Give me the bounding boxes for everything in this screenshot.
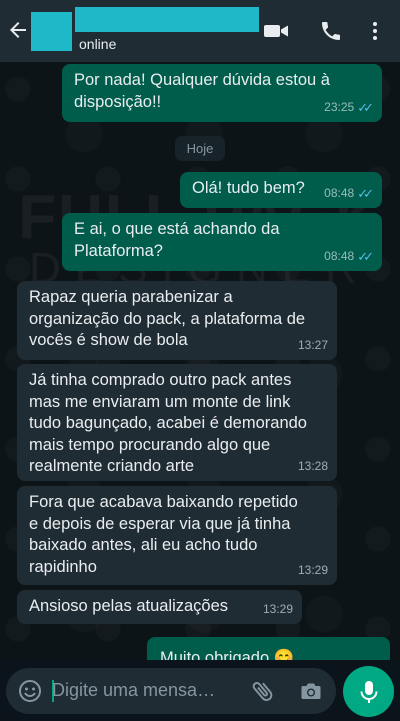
message-bubble-outgoing[interactable]: E ai, o que está achando da Plataforma? …	[62, 213, 382, 271]
message-meta: 23:25 ✓✓	[324, 97, 374, 119]
message-meta: 08:48 ✓✓	[324, 246, 374, 268]
date-separator: Hoje	[175, 136, 225, 161]
message-line: tudo bagunçado, acabei é demorando	[29, 414, 307, 432]
chat-area[interactable]: FULL PACK DESIGNER Por nada! Qualquer dú…	[0, 62, 400, 721]
message-line: mais tempo procurando algo que	[29, 435, 271, 454]
message-time: 08:48	[324, 185, 355, 200]
message-bubble-incoming[interactable]: Ansioso pelas atualizações 13:29	[17, 590, 302, 624]
message-line: realmente criando arte	[29, 457, 195, 475]
message-line: Já tinha comprado outro pack antes	[29, 371, 292, 389]
message-line: baixado antes, ali eu acho tudo	[29, 536, 258, 554]
message-line: Ansioso pelas atualizações	[29, 597, 229, 615]
message-input-box[interactable]: Digite uma mensa…	[6, 668, 336, 714]
read-ticks-icon: ✓✓	[357, 248, 374, 264]
message-time: 13:29	[262, 601, 293, 616]
message-time: 08:48	[324, 248, 355, 263]
message-bubble-incoming[interactable]: Fora que acabava baixando repetido e dep…	[17, 486, 337, 585]
message-time: 13:27	[297, 337, 328, 352]
message-line: e depois de esperar via que já tinha	[29, 514, 291, 533]
contact-name-redacted[interactable]	[75, 7, 259, 32]
message-meta: 13:29	[298, 560, 328, 582]
message-line: vocês é show de bola	[29, 331, 188, 349]
more-options-icon[interactable]	[363, 19, 387, 43]
message-meta: 08:48 ✓✓	[324, 183, 374, 205]
message-time: 23:25	[324, 99, 355, 114]
message-time: 13:29	[297, 562, 328, 577]
chat-header: online	[0, 0, 400, 62]
contact-status: online	[79, 36, 117, 52]
message-meta: 13:27	[298, 335, 328, 357]
read-ticks-icon: ✓✓	[357, 99, 374, 115]
message-input-placeholder[interactable]: Digite uma mensa…	[52, 680, 215, 701]
emoji-icon[interactable]	[18, 679, 42, 703]
contact-avatar[interactable]	[31, 12, 72, 51]
voice-record-button[interactable]	[343, 666, 394, 717]
message-line: Por nada! Qualquer dúvida estou à	[74, 71, 330, 89]
message-line: rapidinho	[29, 557, 97, 576]
message-bubble-incoming[interactable]: Rapaz queria parabenizar a organização d…	[17, 281, 337, 360]
message-meta: 13:28	[298, 456, 328, 478]
message-bubble-outgoing[interactable]: Olá! tudo bem? 08:48 ✓✓	[180, 172, 382, 208]
message-line: mas me enviaram um monte de link	[29, 392, 291, 411]
message-line: Rapaz queria parabenizar a	[29, 288, 233, 306]
voice-call-icon[interactable]	[318, 19, 344, 43]
video-call-icon[interactable]	[263, 19, 289, 43]
message-meta: 13:29	[263, 599, 293, 621]
message-line: organização do pack, a plataforma de	[29, 309, 306, 328]
microphone-icon	[360, 681, 378, 703]
attach-icon[interactable]	[250, 678, 276, 704]
message-line: Fora que acabava baixando repetido	[29, 493, 298, 511]
read-ticks-icon: ✓✓	[357, 185, 374, 201]
message-line: E ai, o que está achando da	[74, 220, 280, 238]
message-time: 13:28	[297, 458, 328, 473]
message-bubble-outgoing[interactable]: Por nada! Qualquer dúvida estou à dispos…	[62, 64, 382, 122]
message-bubble-incoming[interactable]: Já tinha comprado outro pack antes mas m…	[17, 364, 337, 481]
back-arrow-icon[interactable]	[6, 18, 30, 42]
camera-icon[interactable]	[298, 679, 324, 703]
